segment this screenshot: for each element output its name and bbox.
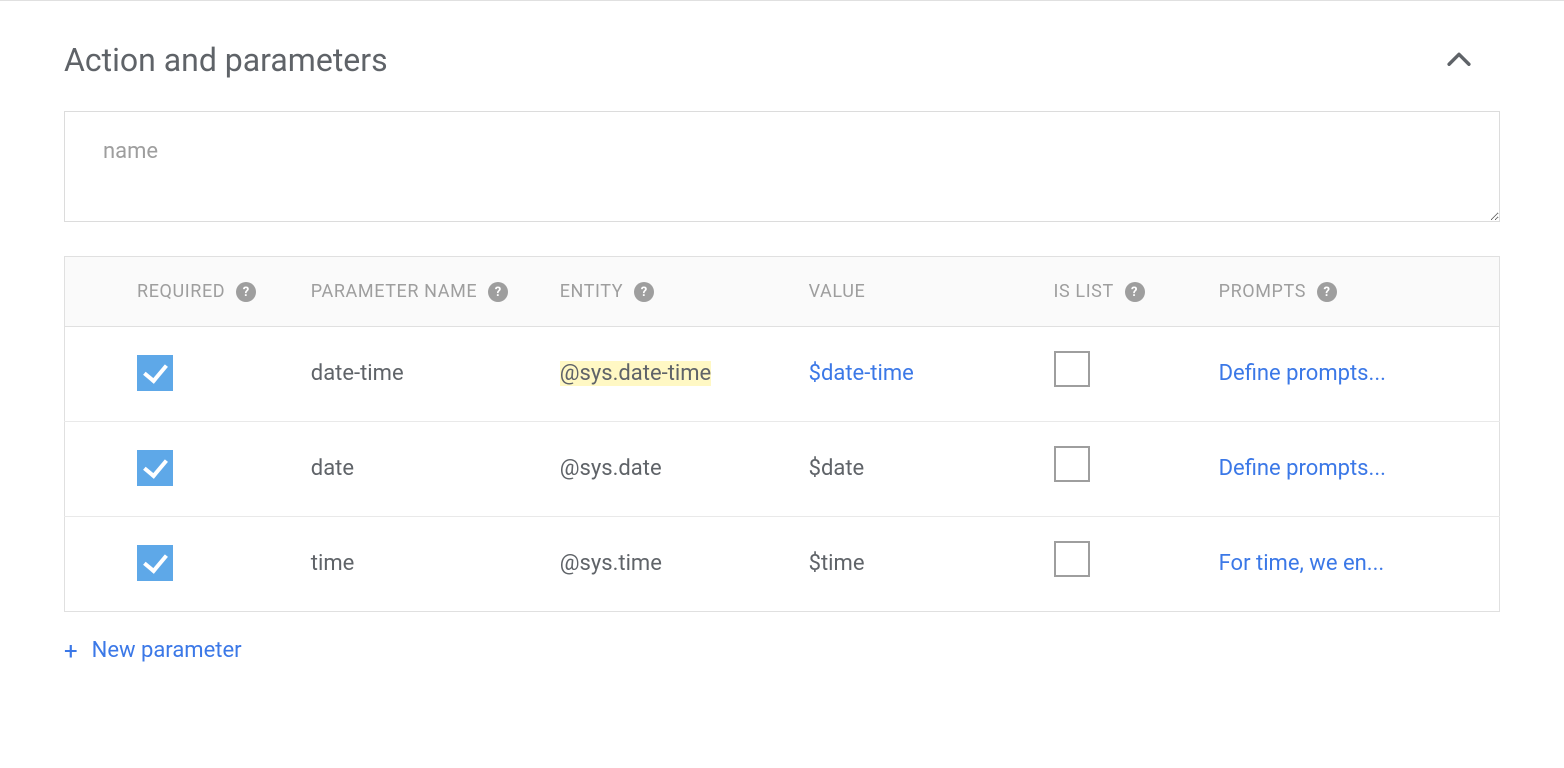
cell-is-list — [1046, 517, 1207, 612]
cell-required — [65, 422, 299, 517]
parameters-table: REQUIRED ? PARAMETER NAME ? ENTITY ? VAL… — [64, 256, 1500, 612]
action-parameters-section: Action and parameters REQUIRED ? PARAMET… — [0, 1, 1564, 703]
is-list-checkbox[interactable] — [1054, 351, 1090, 387]
cell-value[interactable]: $date-time — [797, 327, 1046, 422]
header-is-list-label: IS LIST — [1054, 281, 1114, 302]
cell-entity[interactable]: @sys.date — [548, 422, 797, 517]
value-text: $date — [809, 456, 865, 481]
action-name-input[interactable] — [64, 111, 1500, 222]
cell-parameter-name[interactable]: date-time — [299, 327, 548, 422]
header-prompts: PROMPTS ? — [1207, 257, 1500, 327]
header-entity-label: ENTITY — [560, 281, 624, 302]
help-icon[interactable]: ? — [236, 282, 256, 302]
chevron-up-icon[interactable] — [1442, 43, 1476, 77]
header-parameter-name: PARAMETER NAME ? — [299, 257, 548, 327]
new-parameter-button[interactable]: + New parameter — [64, 638, 1500, 663]
cell-value[interactable]: $date — [797, 422, 1046, 517]
required-checkbox[interactable] — [137, 355, 173, 391]
entity-text: @sys.time — [560, 551, 662, 576]
table-row[interactable]: date-time @sys.date-time $date-time Define … — [65, 327, 1500, 422]
section-title: Action and parameters — [64, 41, 388, 79]
prompt-link[interactable]: Define prompts... — [1219, 361, 1386, 386]
cell-prompts: Define prompts... — [1207, 422, 1500, 517]
header-required: REQUIRED ? — [65, 257, 299, 327]
required-checkbox[interactable] — [137, 450, 173, 486]
cell-value[interactable]: $time — [797, 517, 1046, 612]
help-icon[interactable]: ? — [1125, 282, 1145, 302]
help-icon[interactable]: ? — [1317, 282, 1337, 302]
new-parameter-label: New parameter — [92, 638, 242, 663]
header-parameter-name-label: PARAMETER NAME — [311, 281, 477, 302]
table-row[interactable]: time @sys.time $time For time, we en... — [65, 517, 1500, 612]
header-required-label: REQUIRED — [137, 281, 225, 302]
header-value-label: VALUE — [809, 281, 866, 302]
prompt-link[interactable]: Define prompts... — [1219, 456, 1386, 481]
cell-is-list — [1046, 327, 1207, 422]
table-row[interactable]: date @sys.date $date Define prompts... — [65, 422, 1500, 517]
cell-entity[interactable]: @sys.date-time — [548, 327, 797, 422]
cell-parameter-name[interactable]: date — [299, 422, 548, 517]
is-list-checkbox[interactable] — [1054, 446, 1090, 482]
prompt-link[interactable]: For time, we en... — [1219, 551, 1385, 576]
cell-parameter-name[interactable]: time — [299, 517, 548, 612]
value-text: $time — [809, 551, 865, 576]
parameter-name-text: time — [311, 551, 355, 576]
value-text: $date-time — [809, 361, 914, 386]
header-value: VALUE — [797, 257, 1046, 327]
is-list-checkbox[interactable] — [1054, 541, 1090, 577]
section-header: Action and parameters — [64, 41, 1500, 79]
cell-prompts: Define prompts... — [1207, 327, 1500, 422]
parameters-tbody: date-time @sys.date-time $date-time Define … — [65, 327, 1500, 612]
cell-required — [65, 517, 299, 612]
table-header-row: REQUIRED ? PARAMETER NAME ? ENTITY ? VAL… — [65, 257, 1500, 327]
header-entity: ENTITY ? — [548, 257, 797, 327]
parameter-name-text: date-time — [311, 361, 404, 386]
entity-text: @sys.date — [560, 456, 662, 481]
cell-is-list — [1046, 422, 1207, 517]
plus-icon: + — [64, 639, 78, 663]
help-icon[interactable]: ? — [488, 282, 508, 302]
cell-entity[interactable]: @sys.time — [548, 517, 797, 612]
header-prompts-label: PROMPTS — [1219, 281, 1306, 302]
cell-required — [65, 327, 299, 422]
header-is-list: IS LIST ? — [1046, 257, 1207, 327]
cell-prompts: For time, we en... — [1207, 517, 1500, 612]
parameter-name-text: date — [311, 456, 354, 481]
required-checkbox[interactable] — [137, 545, 173, 581]
help-icon[interactable]: ? — [634, 282, 654, 302]
entity-text: @sys.date-time — [560, 361, 712, 386]
